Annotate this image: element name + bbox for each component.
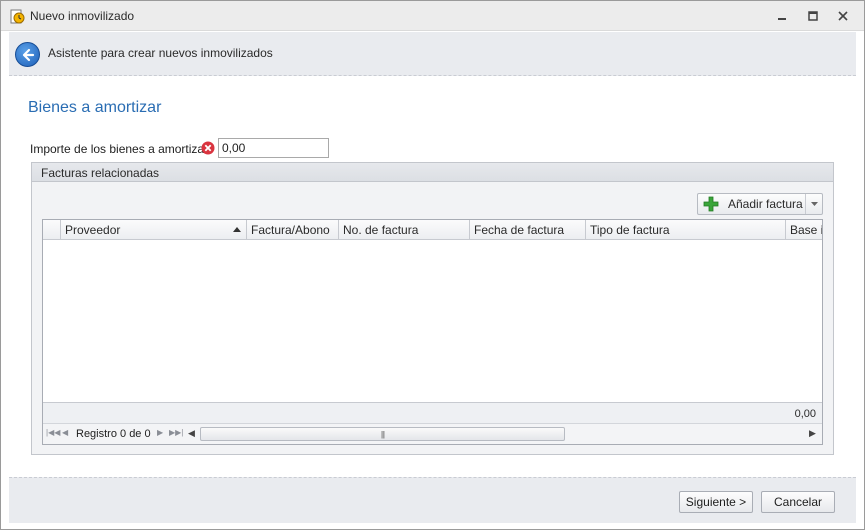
grid-body[interactable] — [43, 240, 822, 402]
chevron-down-icon — [810, 201, 818, 206]
close-button[interactable] — [832, 7, 854, 25]
grid-header-row: Proveedor Factura/Abono No. de factura F… — [43, 220, 822, 240]
row-indicator-header — [43, 220, 61, 240]
previous-record-icon[interactable]: ◀ — [62, 428, 68, 437]
clock-document-icon — [10, 9, 25, 24]
wizard-header-text: Asistente para crear nuevos inmovilizado… — [48, 46, 273, 60]
minimize-icon — [778, 18, 786, 20]
last-record-icon[interactable]: ▶▶| — [169, 428, 183, 437]
column-header-fecha-factura[interactable]: Fecha de factura — [470, 220, 586, 240]
first-record-icon[interactable]: |◀◀ — [46, 428, 60, 437]
amount-label: Importe de los bienes a amortizar: — [30, 142, 212, 156]
column-header-label: No. de factura — [343, 223, 419, 237]
column-header-base-imponible[interactable]: Base i — [786, 220, 822, 240]
column-header-tipo-factura[interactable]: Tipo de factura — [586, 220, 786, 240]
add-invoice-label: Añadir factura — [728, 197, 803, 211]
scroll-left-icon[interactable]: ◀ — [188, 428, 195, 439]
maximize-button[interactable] — [802, 7, 824, 25]
column-header-label: Fecha de factura — [474, 223, 565, 237]
add-invoice-button[interactable]: Añadir factura — [697, 193, 823, 215]
close-icon — [838, 11, 848, 21]
error-icon — [201, 141, 215, 155]
next-record-icon[interactable]: ▶ — [157, 428, 163, 437]
wizard-header: Asistente para crear nuevos inmovilizado… — [9, 32, 856, 76]
plus-icon — [703, 196, 719, 212]
sort-ascending-icon — [233, 227, 241, 232]
column-header-label: Tipo de factura — [590, 223, 670, 237]
title-bar[interactable]: Nuevo inmovilizado — [1, 1, 864, 31]
add-invoice-main[interactable]: Añadir factura — [698, 194, 805, 214]
column-header-numero-factura[interactable]: No. de factura — [339, 220, 470, 240]
column-header-label: Factura/Abono — [251, 223, 330, 237]
grid-navigator: |◀◀ ◀ Registro 0 de 0 ▶ ▶▶| ◀ ||| ▶ — [43, 423, 822, 444]
column-header-proveedor[interactable]: Proveedor — [61, 220, 247, 240]
back-button[interactable] — [15, 42, 40, 67]
invoices-group-header: Facturas relacionadas — [32, 163, 833, 182]
column-header-label: Proveedor — [65, 223, 121, 237]
wizard-window: Nuevo inmovilizado Asistente para crear … — [0, 0, 865, 530]
invoices-group: Facturas relacionadas Añadir factura Pro… — [31, 162, 834, 455]
cancel-button[interactable]: Cancelar — [761, 491, 835, 513]
invoices-group-title: Facturas relacionadas — [41, 166, 160, 180]
window-title: Nuevo inmovilizado — [30, 9, 135, 23]
record-counter: Registro 0 de 0 — [76, 428, 151, 440]
scroll-right-icon[interactable]: ▶ — [809, 428, 816, 439]
arrow-left-icon — [22, 48, 34, 61]
footer-total: 0,00 — [794, 408, 816, 420]
section-title: Bienes a amortizar — [28, 99, 162, 116]
amount-input[interactable] — [218, 138, 329, 158]
column-header-factura-abono[interactable]: Factura/Abono — [247, 220, 339, 240]
invoices-grid: Proveedor Factura/Abono No. de factura F… — [42, 219, 823, 445]
next-button[interactable]: Siguiente > — [679, 491, 753, 513]
maximize-icon — [808, 11, 818, 21]
grip-icon: ||| — [380, 429, 385, 439]
horizontal-scrollbar-thumb[interactable]: ||| — [200, 427, 565, 441]
add-invoice-dropdown[interactable] — [805, 194, 822, 214]
column-header-label: Base i — [790, 223, 822, 237]
minimize-button[interactable] — [771, 7, 793, 25]
wizard-footer: Siguiente > Cancelar — [9, 477, 856, 523]
grid-footer: 0,00 — [43, 402, 822, 423]
